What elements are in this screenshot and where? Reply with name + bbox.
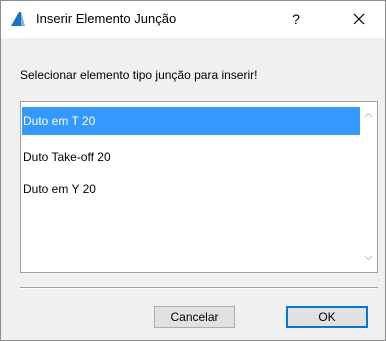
list-item-duto-em-y-20[interactable]: Duto em Y 20 — [22, 175, 360, 203]
instruction-label: Selecionar elemento tipo junção para ins… — [20, 68, 258, 82]
cancel-button[interactable]: Cancelar — [154, 306, 235, 328]
scroll-down-button[interactable] — [360, 249, 377, 266]
divider — [20, 287, 378, 289]
insert-junction-dialog: Inserir Elemento Junção ? Selecionar ele… — [0, 0, 386, 341]
chevron-up-icon — [360, 112, 377, 127]
chevron-down-icon — [360, 255, 377, 269]
list-item-duto-take-off-20[interactable]: Duto Take-off 20 — [22, 143, 360, 171]
list-scrollbar[interactable] — [360, 102, 377, 272]
close-icon — [337, 13, 381, 36]
title-bar[interactable]: Inserir Elemento Junção ? — [1, 1, 385, 38]
list-item-duto-em-t-20[interactable]: Duto em T 20 — [22, 107, 360, 135]
help-button[interactable]: ? — [283, 7, 309, 31]
junction-element-list[interactable]: Duto em T 20 Duto Take-off 20 Duto em Y … — [20, 101, 378, 273]
ok-button[interactable]: OK — [286, 306, 368, 328]
window-title: Inserir Elemento Junção — [36, 11, 177, 26]
archicad-icon — [10, 11, 26, 27]
scroll-up-button[interactable] — [360, 107, 377, 124]
close-button[interactable] — [337, 5, 381, 33]
